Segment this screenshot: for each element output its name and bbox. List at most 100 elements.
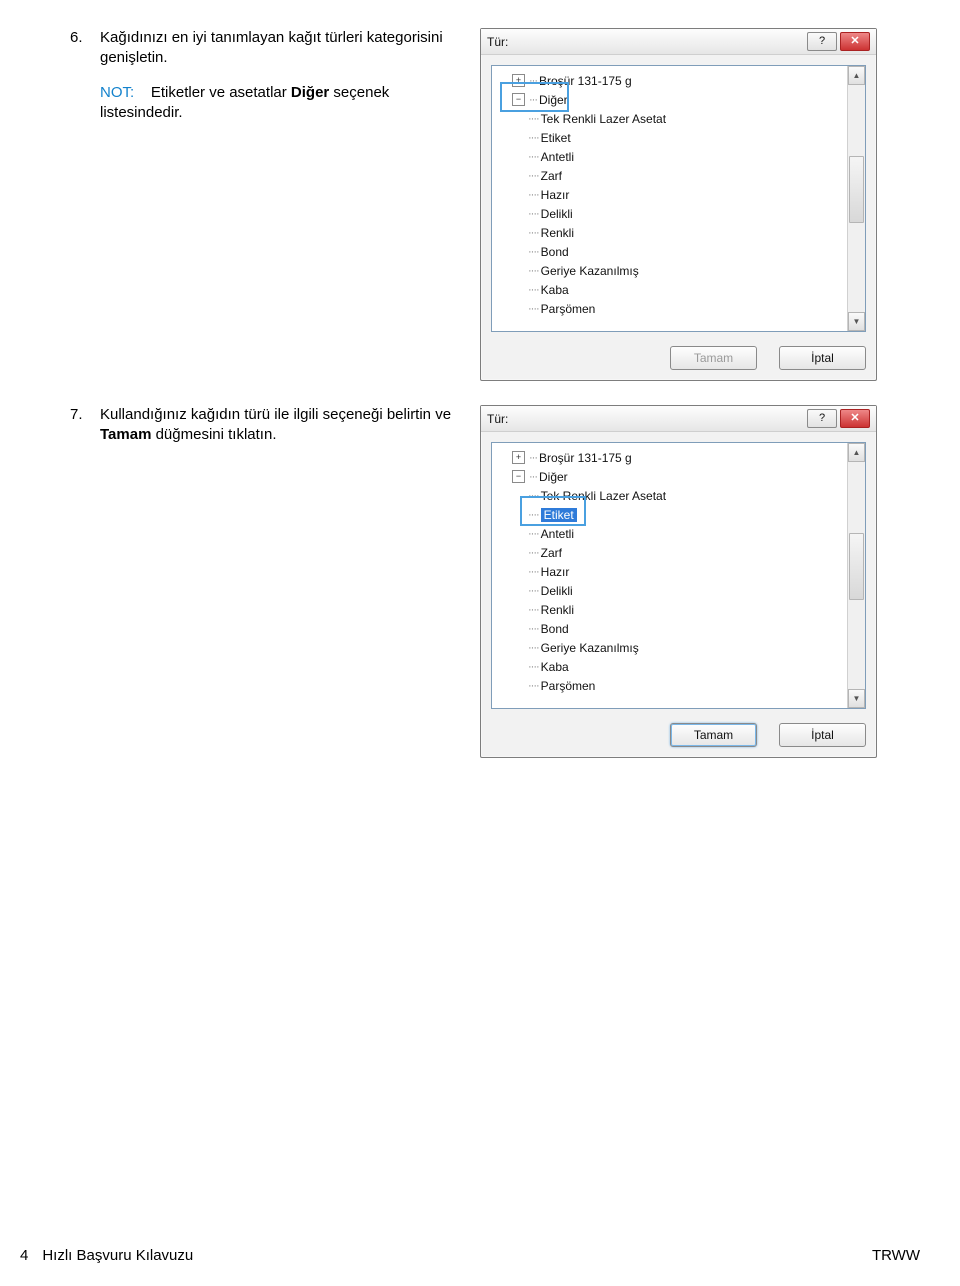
help-icon: ? [819, 413, 825, 424]
step-7-a: Kullandığınız kağıdın türü ile ilgili se… [100, 406, 451, 423]
tree-item[interactable]: ····Antetli [498, 524, 865, 543]
expand-icon[interactable]: + [512, 74, 525, 87]
tree-node-diger[interactable]: − ··· Diğer [498, 467, 865, 486]
step-6-note-label: NOT: [100, 84, 134, 101]
cancel-button[interactable]: İptal [779, 723, 866, 747]
tree-label: Renkli [541, 226, 574, 240]
step-7-number: 7. [70, 405, 100, 425]
tree-label: Geriye Kazanılmış [541, 264, 639, 278]
scroll-up-icon[interactable]: ▲ [848, 443, 865, 462]
page-number: 4 [20, 1247, 28, 1264]
tree-item[interactable]: ····Kaba [498, 280, 865, 299]
step-7-b: düğmesini tıklatın. [151, 426, 276, 443]
scroll-down-icon[interactable]: ▼ [848, 312, 865, 331]
tree-label: Parşömen [541, 302, 596, 316]
tree-item[interactable]: ····Hazır [498, 562, 865, 581]
scroll-down-icon[interactable]: ▼ [848, 689, 865, 708]
tree-label: Tek Renkli Lazer Asetat [541, 112, 666, 126]
scroll-up-icon[interactable]: ▲ [848, 66, 865, 85]
tree-label: Etiket [541, 131, 571, 145]
tree-label: Parşömen [541, 679, 596, 693]
scroll-thumb[interactable] [849, 533, 864, 600]
dialog1-titlebar[interactable]: Tür: ? ✕ [481, 29, 876, 55]
tree-label: Broşür 131-175 g [539, 451, 632, 465]
dialog2-title: Tür: [487, 412, 804, 426]
scrollbar[interactable]: ▲ ▼ [847, 66, 865, 331]
step-6-note-bold: Diğer [291, 84, 329, 101]
tree-item[interactable]: ····Tek Renkli Lazer Asetat [498, 109, 865, 128]
close-button[interactable]: ✕ [840, 32, 870, 51]
tree-connector: ··· [529, 75, 537, 87]
tree-label: Geriye Kazanılmış [541, 641, 639, 655]
help-button[interactable]: ? [807, 32, 837, 51]
tree-item[interactable]: ····Parşömen [498, 299, 865, 318]
paper-type-tree: + ··· Broşür 131-175 g − ··· Diğer ····T… [498, 71, 865, 318]
dialog2-titlebar[interactable]: Tür: ? ✕ [481, 406, 876, 432]
ok-button[interactable]: Tamam [670, 723, 757, 747]
tree-label: Diğer [539, 93, 568, 107]
step-7-bold: Tamam [100, 426, 151, 443]
tree-item[interactable]: ····Bond [498, 619, 865, 638]
collapse-icon[interactable]: − [512, 470, 525, 483]
tree-item[interactable]: ····Delikli [498, 204, 865, 223]
doc-title: Hızlı Başvuru Kılavuzu [42, 1247, 193, 1264]
tree-label: Bond [541, 245, 569, 259]
tree-item[interactable]: ····Zarf [498, 543, 865, 562]
tree-item[interactable]: ····Kaba [498, 657, 865, 676]
tree-item[interactable]: ····Geriye Kazanılmış [498, 261, 865, 280]
tree-connector: ··· [529, 94, 537, 106]
tree-node-diger[interactable]: − ··· Diğer [498, 90, 865, 109]
paper-type-listbox[interactable]: + ··· Broşür 131-175 g − ··· Diğer ····T… [491, 442, 866, 709]
step-6-text: Kağıdınızı en iyi tanımlayan kağıt türle… [100, 28, 480, 123]
help-icon: ? [819, 36, 825, 47]
step-7-text: Kullandığınız kağıdın türü ile ilgili se… [100, 405, 480, 446]
tree-item[interactable]: ····Parşömen [498, 676, 865, 695]
page-footer: 4 Hızlı Başvuru Kılavuzu TRWW [20, 1247, 920, 1264]
tree-label-selected: Etiket [541, 508, 577, 522]
tree-label: Diğer [539, 470, 568, 484]
ok-button[interactable]: Tamam [670, 346, 757, 370]
paper-type-listbox[interactable]: + ··· Broşür 131-175 g − ··· Diğer ····T… [491, 65, 866, 332]
tree-node-brosur[interactable]: + ··· Broşür 131-175 g [498, 448, 865, 467]
tree-label: Delikli [541, 584, 573, 598]
tree-label: Delikli [541, 207, 573, 221]
scroll-thumb[interactable] [849, 156, 864, 223]
tree-label: Tek Renkli Lazer Asetat [541, 489, 666, 503]
tree-label: Broşür 131-175 g [539, 74, 632, 88]
tree-item[interactable]: ····Etiket [498, 128, 865, 147]
close-icon: ✕ [850, 36, 859, 47]
close-button[interactable]: ✕ [840, 409, 870, 428]
help-button[interactable]: ? [807, 409, 837, 428]
tree-item[interactable]: ····Delikli [498, 581, 865, 600]
tree-label: Zarf [541, 169, 562, 183]
tree-label: Hazır [541, 565, 570, 579]
tree-item[interactable]: ····Geriye Kazanılmış [498, 638, 865, 657]
tree-label: Renkli [541, 603, 574, 617]
collapse-icon[interactable]: − [512, 93, 525, 106]
tree-label: Kaba [541, 660, 569, 674]
tree-label: Zarf [541, 546, 562, 560]
tree-item[interactable]: ····Tek Renkli Lazer Asetat [498, 486, 865, 505]
cancel-button[interactable]: İptal [779, 346, 866, 370]
tree-item[interactable]: ····Renkli [498, 600, 865, 619]
tree-item[interactable]: ····Zarf [498, 166, 865, 185]
tree-item[interactable]: ····Hazır [498, 185, 865, 204]
scrollbar[interactable]: ▲ ▼ [847, 443, 865, 708]
tree-item[interactable]: ····Renkli [498, 223, 865, 242]
tree-label: Bond [541, 622, 569, 636]
tree-label: Antetli [541, 150, 574, 164]
footer-right: TRWW [872, 1247, 920, 1264]
tree-node-brosur[interactable]: + ··· Broşür 131-175 g [498, 71, 865, 90]
tree-connector: ··· [529, 452, 537, 464]
tree-item-selected[interactable]: ····Etiket [498, 505, 865, 524]
tree-label: Hazır [541, 188, 570, 202]
tree-label: Antetli [541, 527, 574, 541]
expand-icon[interactable]: + [512, 451, 525, 464]
step-6-number: 6. [70, 28, 100, 48]
tree-item[interactable]: ····Bond [498, 242, 865, 261]
tree-label: Kaba [541, 283, 569, 297]
close-icon: ✕ [850, 413, 859, 424]
step-6-line1: Kağıdınızı en iyi tanımlayan kağıt türle… [100, 29, 443, 66]
dialog1-title: Tür: [487, 35, 804, 49]
tree-item[interactable]: ····Antetli [498, 147, 865, 166]
